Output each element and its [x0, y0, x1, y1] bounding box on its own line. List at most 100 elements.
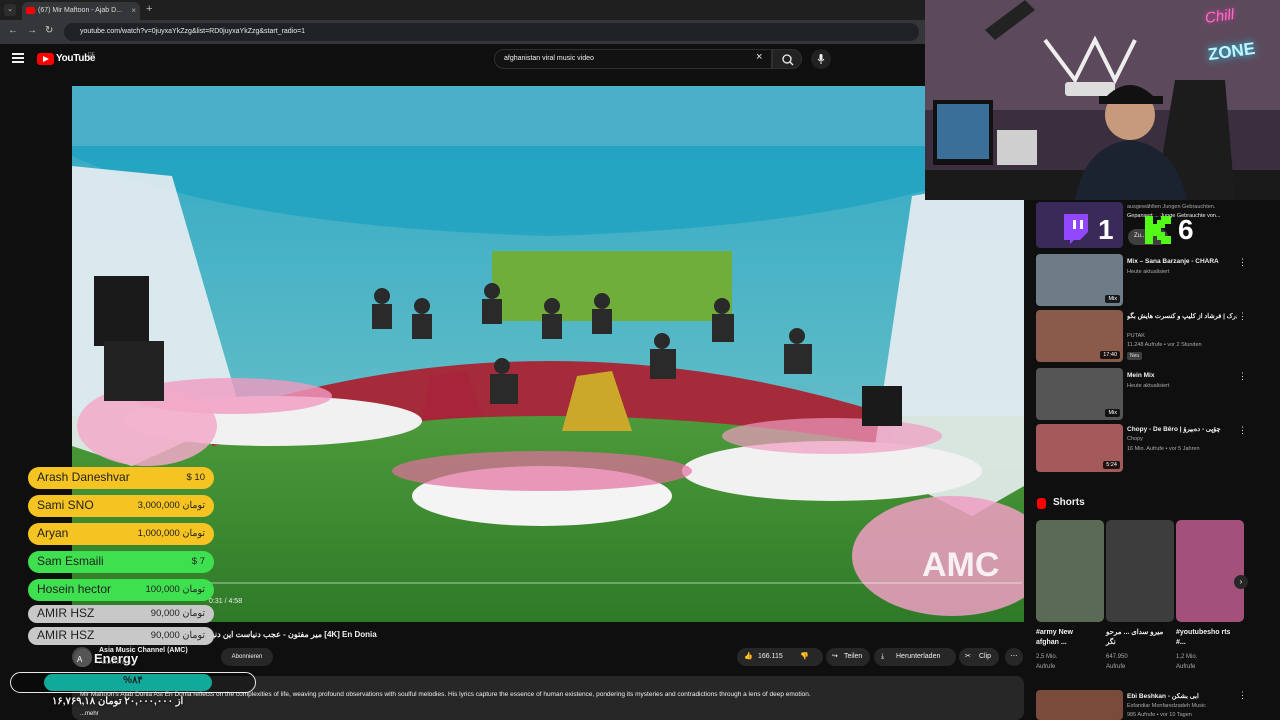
- donation-amount: 90,000 تومان: [150, 608, 205, 619]
- address-bar: ← → ↻ youtube.com/watch?v=0juyxaYkZzg&li…: [0, 20, 925, 44]
- short-views: 1,2 Mio.: [1176, 654, 1198, 660]
- video-player[interactable]: AMC: [72, 86, 1024, 622]
- donor-name: Arash Daneshvar: [37, 470, 130, 484]
- more-options-icon[interactable]: ⋮: [1238, 257, 1247, 268]
- twitch-counter: 1: [1098, 214, 1114, 245]
- video-time: 0:31 / 4:58: [209, 598, 243, 605]
- voice-search-button[interactable]: [811, 49, 831, 69]
- sidebar-item-title: Mix – Sana Barzanje - CHARA: [1127, 258, 1219, 265]
- scissors-icon: ✂: [965, 653, 971, 660]
- donor-name: Aryan: [37, 526, 69, 540]
- short-views: 647.950: [1106, 654, 1128, 660]
- like-count[interactable]: 166.115: [758, 648, 783, 666]
- short-views: 2,5 Mio.: [1036, 654, 1058, 660]
- browser-tab-bar: ⌄ (67) Mir Maftoon - Ajab D... × +: [0, 0, 925, 20]
- donation-entry: Sami SNO 3,000,000 تومان: [28, 495, 214, 517]
- more-actions-icon[interactable]: ⋯: [1005, 648, 1023, 666]
- more-options-icon[interactable]: ⋮: [1238, 371, 1247, 382]
- sidebar-item-meta: 11.248 Aufrufe • vor 2 Stunden: [1127, 342, 1202, 348]
- sidebar-item-meta: Heute aktualisiert: [1127, 269, 1170, 275]
- donation-amount: 90,000 تومان: [150, 630, 205, 641]
- donation-entry: Sam Esmaili $ 7: [28, 551, 214, 573]
- mix-badge: Mix: [1105, 295, 1120, 303]
- sidebar-item-channel: Chopy: [1127, 436, 1143, 442]
- like-icon[interactable]: 👍: [744, 648, 753, 666]
- youtube-favicon-icon: [26, 7, 35, 14]
- country-code: DE: [88, 52, 95, 58]
- youtube-logo-icon[interactable]: [37, 53, 54, 65]
- donor-name: Sami SNO: [37, 498, 94, 512]
- sidebar-item-title: Ebi Beshkan - ابی بشکن: [1127, 693, 1199, 700]
- kick-icon: [1145, 216, 1171, 244]
- donor-name: AMIR HSZ: [37, 628, 95, 642]
- sidebar-item-channel: Esfandiar Monfaredzadeh Music: [1127, 703, 1206, 709]
- dislike-icon[interactable]: 👎: [800, 648, 809, 666]
- new-tab-button[interactable]: +: [146, 3, 152, 15]
- download-label: Herunterladen: [896, 653, 941, 660]
- tab-search-button[interactable]: ⌄: [4, 4, 16, 16]
- donation-entry: AMIR HSZ 90,000 تومان: [28, 605, 214, 623]
- clear-search-icon[interactable]: ×: [756, 51, 762, 63]
- energy-progress-bar: %۸۴: [10, 672, 256, 693]
- forward-icon[interactable]: →: [27, 25, 37, 36]
- sidebar-item-channel: PUTAK: [1127, 333, 1145, 339]
- share-label: Teilen: [844, 653, 863, 660]
- more-options-icon[interactable]: ⋮: [1238, 425, 1247, 436]
- sidebar-item-title: سوالات سمی از فرشاد سایلنت با پدرک | فرش…: [1127, 313, 1237, 320]
- url-field[interactable]: youtube.com/watch?v=0juyxaYkZzg&list=RD0…: [64, 23, 919, 41]
- short-thumbnail[interactable]: [1106, 520, 1174, 622]
- back-icon[interactable]: ←: [8, 25, 18, 36]
- short-views-label: Aufrufe: [1106, 664, 1126, 670]
- shorts-next-icon[interactable]: ›: [1234, 575, 1248, 589]
- sidebar-item-title: Chopy - De Bêro | چۆپی - دەبیرۆ: [1127, 426, 1221, 433]
- short-title[interactable]: میرو سدای ... مرحو نگر: [1106, 628, 1166, 648]
- mix-badge: Mix: [1105, 409, 1120, 417]
- twitch-icon: [1064, 214, 1088, 244]
- short-views-label: Aufrufe: [1036, 664, 1056, 670]
- sidebar-item-meta: Heute aktualisiert: [1127, 383, 1170, 389]
- donor-name: Hosein hector: [37, 582, 112, 596]
- kick-counter: 6: [1178, 214, 1194, 245]
- donation-amount: 3,000,000 تومان: [137, 500, 205, 511]
- download-button[interactable]: ⤓ Herunterladen: [874, 648, 956, 666]
- short-views-label: Aufrufe: [1176, 664, 1196, 670]
- more-options-icon[interactable]: ⋮: [1238, 311, 1247, 322]
- search-input[interactable]: afghanistan viral music video: [494, 49, 772, 69]
- video-thumbnail: 5:24: [1036, 424, 1123, 472]
- browser-tab[interactable]: (67) Mir Maftoon - Ajab D... ×: [22, 2, 140, 20]
- video-progress-bar[interactable]: [74, 582, 1022, 584]
- donation-amount: $ 7: [191, 556, 205, 567]
- energy-label: Energy: [94, 651, 139, 666]
- menu-icon[interactable]: [12, 53, 24, 63]
- video-thumbnail: [1036, 690, 1123, 720]
- donation-entry: Arash Daneshvar $ 10: [28, 467, 214, 489]
- duration-badge: 17:40: [1100, 351, 1120, 359]
- share-icon: ↪: [832, 653, 838, 660]
- short-title[interactable]: #youtubesho rts #...: [1176, 628, 1236, 648]
- subscribe-button[interactable]: Abonnieren: [221, 648, 273, 666]
- donation-amount: 100,000 تومان: [145, 584, 206, 595]
- video-thumbnail: 17:40: [1036, 310, 1123, 362]
- donation-entry: Hosein hector 100,000 تومان: [28, 579, 214, 601]
- video-thumbnail: Mix: [1036, 368, 1123, 420]
- shorts-heading: Shorts: [1053, 497, 1085, 508]
- search-button[interactable]: [772, 49, 802, 69]
- donation-entry: Aryan 1,000,000 تومان: [28, 523, 214, 545]
- tab-close-icon[interactable]: ×: [131, 6, 136, 15]
- ad-line-1: ausgewählten Jungen Gebrauchten.: [1127, 204, 1216, 210]
- shorts-icon: [1037, 498, 1046, 509]
- donor-name: Sam Esmaili: [37, 554, 104, 568]
- short-title[interactable]: #army New afghan ...: [1036, 628, 1096, 648]
- streamer-webcam-image: [925, 0, 1280, 200]
- short-thumbnail[interactable]: [1036, 520, 1104, 622]
- share-button[interactable]: ↪ Teilen: [826, 648, 870, 666]
- donation-amount: $ 10: [186, 472, 206, 483]
- clip-label: Clip: [979, 653, 992, 660]
- more-options-icon[interactable]: ⋮: [1238, 690, 1247, 701]
- video-frame-image: AMC: [72, 86, 1024, 622]
- description-more-link[interactable]: ...mehr: [80, 711, 99, 717]
- clip-button[interactable]: ✂ Clip: [959, 648, 999, 666]
- reload-icon[interactable]: ↻: [45, 25, 53, 36]
- short-thumbnail[interactable]: [1176, 520, 1244, 622]
- duration-badge: 5:24: [1103, 461, 1120, 469]
